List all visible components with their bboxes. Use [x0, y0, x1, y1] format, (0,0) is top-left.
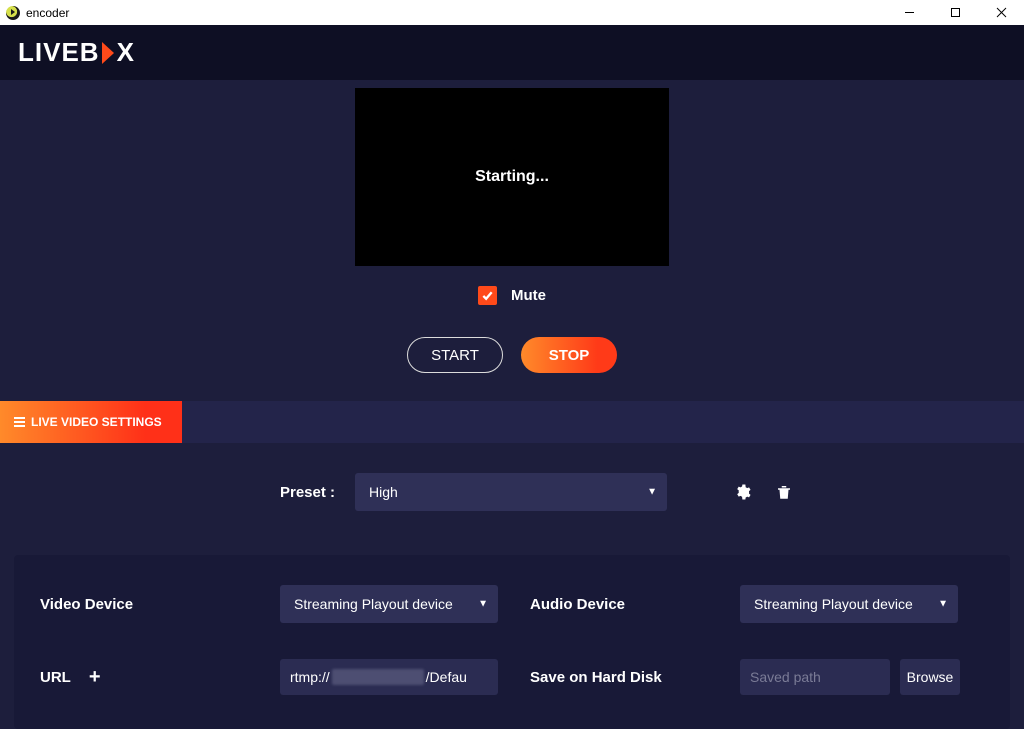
preset-label: Preset : — [280, 484, 335, 501]
stop-button[interactable]: STOP — [521, 337, 617, 373]
browse-button-label: Browse — [907, 669, 954, 685]
preset-select[interactable]: High ▼ — [355, 473, 667, 511]
audio-device-value: Streaming Playout device — [754, 596, 913, 612]
logo-bar: LIVEB X — [0, 25, 1024, 80]
mute-label: Mute — [511, 287, 546, 304]
window-close-button[interactable] — [978, 0, 1024, 25]
settings-tab-label: LIVE VIDEO SETTINGS — [31, 415, 162, 429]
start-button-label: START — [431, 347, 479, 364]
preset-select-value: High — [369, 484, 398, 500]
settings-list-icon — [14, 417, 25, 427]
video-device-select[interactable]: Streaming Playout device ▼ — [280, 585, 498, 623]
url-redacted — [332, 669, 424, 685]
mute-checkbox[interactable] — [478, 286, 497, 305]
saved-path-input[interactable]: Saved path — [740, 659, 890, 695]
video-device-label: Video Device — [30, 596, 280, 613]
logo-text-right: X — [117, 37, 135, 68]
save-on-disk-label: Save on Hard Disk — [500, 669, 740, 686]
chevron-down-icon: ▼ — [938, 599, 948, 610]
url-input[interactable]: rtmp:// /Defau — [280, 659, 498, 695]
window-title: encoder — [26, 6, 69, 20]
app-logo: LIVEB X — [18, 37, 135, 68]
url-label: URL — [40, 669, 71, 686]
video-device-value: Streaming Playout device — [294, 596, 453, 612]
trash-icon — [775, 483, 793, 501]
audio-device-label: Audio Device — [500, 596, 740, 613]
start-button[interactable]: START — [407, 337, 503, 373]
preset-settings-button[interactable] — [731, 481, 753, 503]
device-settings-panel: Video Device Streaming Playout device ▼ … — [14, 555, 1010, 729]
window-minimize-button[interactable] — [886, 0, 932, 25]
saved-path-placeholder: Saved path — [750, 669, 821, 685]
video-preview: Starting... — [355, 88, 669, 266]
stop-button-label: STOP — [549, 347, 590, 364]
chevron-down-icon: ▼ — [647, 487, 657, 498]
logo-text-left: LIVEB — [18, 37, 100, 68]
audio-device-select[interactable]: Streaming Playout device ▼ — [740, 585, 958, 623]
url-prefix: rtmp:// — [290, 669, 330, 685]
url-label-row: URL + — [30, 667, 280, 687]
browse-button[interactable]: Browse — [900, 659, 960, 695]
chevron-down-icon: ▼ — [478, 599, 488, 610]
window-maximize-button[interactable] — [932, 0, 978, 25]
logo-chevron-icon — [102, 42, 114, 64]
preview-status-text: Starting... — [475, 168, 549, 186]
app-icon — [6, 6, 20, 20]
add-url-button[interactable]: + — [89, 667, 101, 687]
settings-tab-bar: LIVE VIDEO SETTINGS — [0, 401, 1024, 443]
gear-icon — [733, 483, 751, 501]
window-titlebar: encoder — [0, 0, 1024, 25]
url-suffix: /Defau — [426, 669, 467, 685]
preset-delete-button[interactable] — [773, 481, 795, 503]
live-video-settings-tab[interactable]: LIVE VIDEO SETTINGS — [0, 401, 182, 443]
